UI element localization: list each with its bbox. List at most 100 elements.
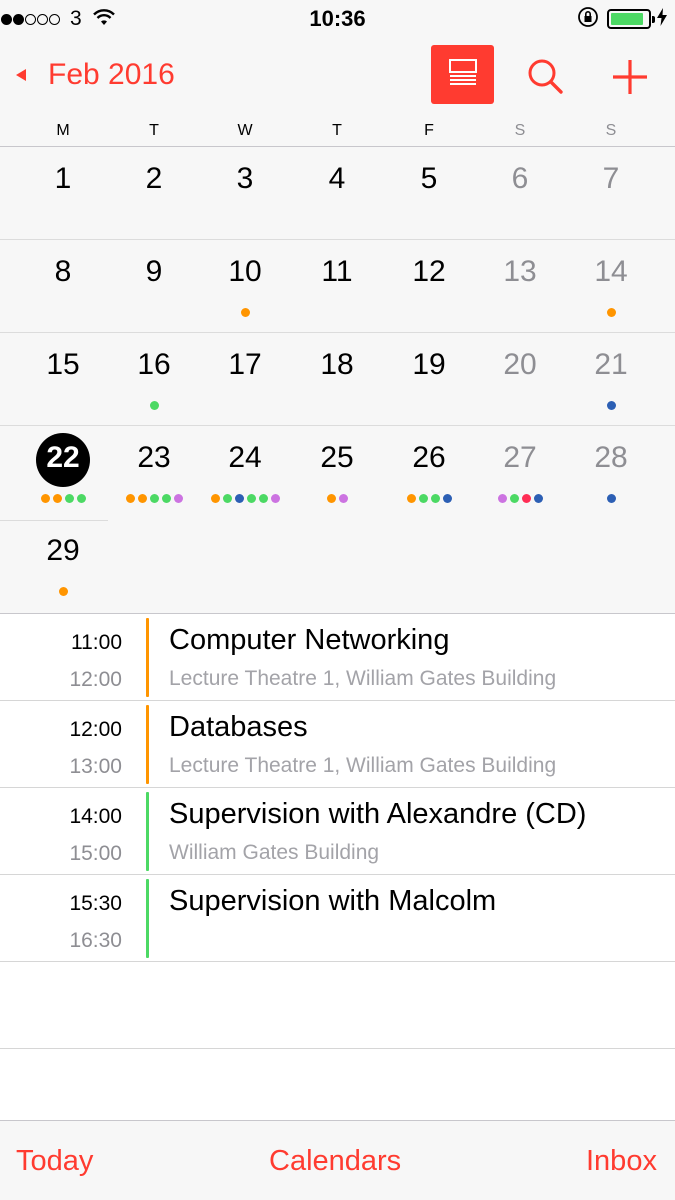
day-cell[interactable]: 1: [18, 147, 108, 239]
tab-today[interactable]: Today: [16, 1145, 93, 1178]
back-arrow-icon: [16, 69, 26, 81]
list-view-icon: [448, 59, 477, 90]
event-location: Lecture Theatre 1, William Gates Buildin…: [169, 667, 557, 690]
weekday-label: W: [237, 122, 253, 139]
day-cell[interactable]: 21: [566, 333, 656, 425]
week-row: 15 16 17 18 19 20 21: [0, 333, 675, 426]
day-number: 24: [228, 441, 262, 474]
event-dot: [509, 494, 519, 503]
day-cell[interactable]: 15: [18, 333, 108, 425]
event-dot: [430, 494, 440, 503]
day-cell[interactable]: 11: [292, 240, 382, 332]
week-row: 29: [0, 519, 675, 612]
event-dot: [533, 494, 543, 503]
event-row[interactable]: 11:00 12:00 Computer Networking Lecture The…: [0, 614, 675, 701]
event-dot: [521, 494, 531, 503]
event-dot: [418, 494, 428, 503]
event-row[interactable]: 12:00 13:00 Databases Lecture Theatre 1, Wi…: [0, 701, 675, 788]
add-event-button[interactable]: [608, 55, 652, 99]
event-row[interactable]: 14:00 15:00 Supervision with Alexandre (CD…: [0, 788, 675, 875]
day-number: 7: [602, 162, 620, 195]
add-icon: [613, 60, 647, 94]
day-cell[interactable]: 17: [200, 333, 290, 425]
day-number: 12: [412, 255, 446, 288]
event-row[interactable]: 15:30 16:30 Supervision with Malcolm: [0, 875, 675, 962]
day-cell[interactable]: 16: [109, 333, 199, 425]
day-number: 14: [594, 255, 628, 288]
event-dot: [125, 494, 135, 503]
event-dot: [210, 494, 220, 503]
day-number: 4: [328, 162, 346, 195]
battery-icon: [607, 9, 655, 29]
event-location: William Gates Building: [169, 841, 380, 864]
event-title: Databases: [169, 711, 308, 743]
day-cell[interactable]: 29: [18, 519, 108, 611]
status-bar: 3 10:36: [0, 0, 675, 40]
day-cell[interactable]: 19: [384, 333, 474, 425]
day-cell[interactable]: 5: [384, 147, 474, 239]
day-number: 17: [228, 348, 262, 381]
day-cell[interactable]: 9: [109, 240, 199, 332]
event-end-time: 16:30: [69, 929, 122, 952]
day-number: 18: [320, 348, 354, 381]
event-start-time: 11:00: [71, 631, 122, 654]
day-cell[interactable]: 27: [475, 426, 565, 518]
day-cell[interactable]: 20: [475, 333, 565, 425]
event-dots: [109, 494, 199, 503]
day-cell[interactable]: 4: [292, 147, 382, 239]
event-dot: [442, 494, 452, 503]
back-to-month-button[interactable]: Feb 2016: [16, 58, 175, 92]
event-dot: [326, 494, 336, 503]
day-cell[interactable]: 13: [475, 240, 565, 332]
event-dot: [240, 308, 250, 317]
tab-calendars[interactable]: Calendars: [269, 1145, 401, 1178]
day-number: 15: [46, 348, 80, 381]
day-cell[interactable]: 8: [18, 240, 108, 332]
event-dot: [606, 494, 616, 503]
day-cell[interactable]: 6: [475, 147, 565, 239]
event-dot: [149, 494, 159, 503]
event-start-time: 12:00: [69, 718, 122, 741]
event-dot: [64, 494, 74, 503]
day-number: 1: [54, 162, 72, 195]
event-dot: [258, 494, 268, 503]
day-number: 20: [503, 348, 537, 381]
nav-bar: Feb 2016: [0, 40, 675, 114]
tab-inbox[interactable]: Inbox: [586, 1145, 657, 1178]
day-cell[interactable]: 26: [384, 426, 474, 518]
calendar-color-bar: [146, 618, 149, 697]
day-cell[interactable]: 12: [384, 240, 474, 332]
event-dot: [338, 494, 348, 503]
event-dots: [384, 494, 474, 503]
event-dots: [475, 494, 565, 503]
event-dots: [566, 401, 656, 410]
day-number: 22: [46, 441, 80, 474]
event-dots: [200, 308, 290, 317]
day-cell[interactable]: 7: [566, 147, 656, 239]
weekday-label: M: [56, 122, 70, 139]
day-number: 13: [503, 255, 537, 288]
event-dot: [58, 587, 68, 596]
event-title: Supervision with Alexandre (CD): [169, 798, 587, 830]
list-view-toggle-button[interactable]: [431, 45, 494, 104]
day-cell[interactable]: 2: [109, 147, 199, 239]
day-cell[interactable]: 10: [200, 240, 290, 332]
day-cell[interactable]: 3: [200, 147, 290, 239]
calendar-color-bar: [146, 705, 149, 784]
day-cell[interactable]: 22: [18, 426, 108, 518]
tab-bar: Today Calendars Inbox: [0, 1120, 675, 1200]
day-cell[interactable]: 25: [292, 426, 382, 518]
day-number: 29: [46, 534, 80, 567]
day-number: 9: [145, 255, 163, 288]
event-dots: [292, 494, 382, 503]
day-cell[interactable]: 23: [109, 426, 199, 518]
day-cell[interactable]: 28: [566, 426, 656, 518]
day-cell[interactable]: 14: [566, 240, 656, 332]
day-cell[interactable]: 18: [292, 333, 382, 425]
event-dot: [270, 494, 280, 503]
day-number: 11: [321, 255, 353, 288]
search-button[interactable]: [524, 55, 568, 99]
status-right: [577, 6, 667, 32]
event-dot: [606, 401, 616, 410]
day-cell[interactable]: 24: [200, 426, 290, 518]
